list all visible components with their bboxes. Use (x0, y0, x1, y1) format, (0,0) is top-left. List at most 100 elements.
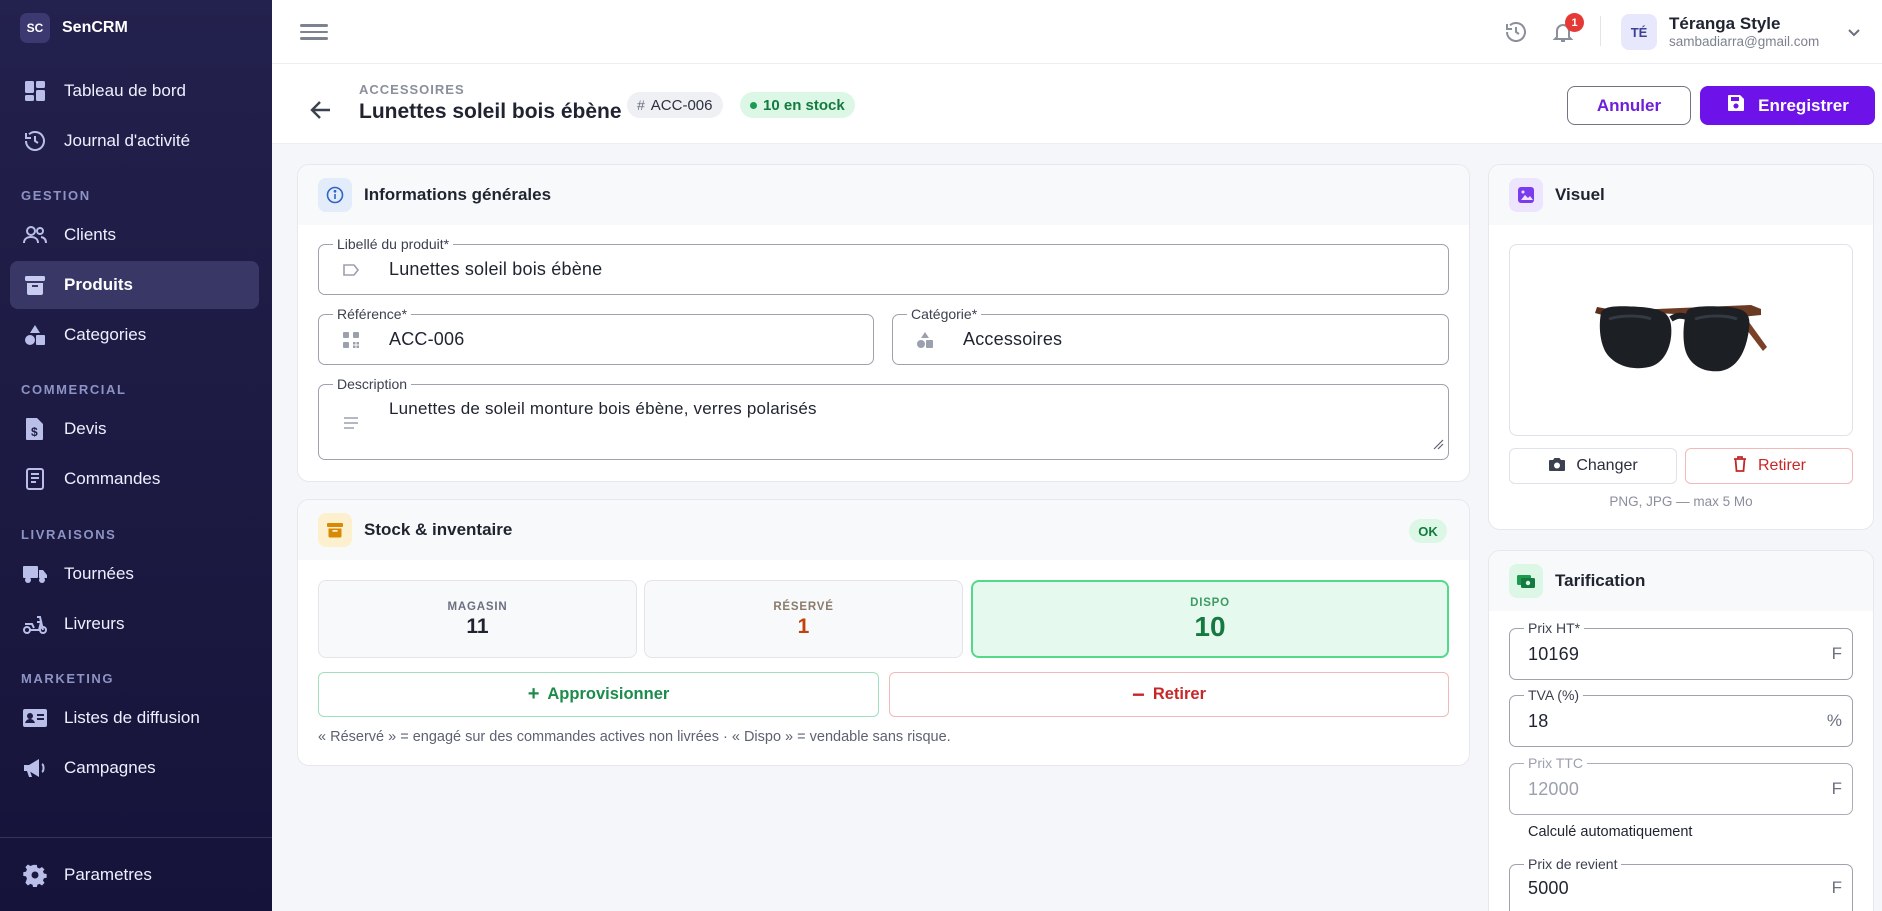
notification-badge: 1 (1565, 13, 1584, 32)
product-name-field[interactable]: Libellé du produit* Lunettes soleil bois… (318, 236, 1449, 295)
top-bar: 1 TÉ Téranga Style sambadiarra@gmail.com (272, 0, 1882, 64)
invoice-icon: $ (22, 416, 48, 442)
description-field[interactable]: Description Lunettes de soleil monture b… (318, 376, 1449, 460)
history-icon[interactable] (1504, 20, 1528, 44)
megaphone-icon (22, 755, 48, 781)
sidebar-item-label: Journal d'activité (64, 131, 191, 150)
sidebar-item-settings[interactable]: Parametres (10, 851, 259, 899)
currency-unit: F (1831, 878, 1842, 897)
save-button[interactable]: Enregistrer (1700, 86, 1875, 125)
page-header: ACCESSOIRES Lunettes soleil bois ébène #… (272, 64, 1882, 144)
chevron-down-icon[interactable] (1844, 22, 1864, 42)
vat-field[interactable]: TVA (%) 18 % (1509, 687, 1853, 747)
minus-icon: − (1131, 681, 1145, 707)
sidebar-item-activity[interactable]: Journal d'activité (10, 117, 259, 165)
reference-field[interactable]: Référence* ACC-006 (318, 306, 874, 365)
card-header: Visuel (1489, 165, 1873, 225)
supply-button-label: Approvisionner (547, 685, 670, 703)
user-name[interactable]: Téranga Style (1669, 14, 1781, 34)
sidebar-item-routes[interactable]: Tournées (10, 550, 259, 598)
remove-image-button[interactable]: Retirer (1685, 448, 1853, 484)
price-ttc-value: 12000 (1528, 779, 1580, 799)
sidebar-item-couriers[interactable]: Livreurs (10, 600, 259, 648)
category-field[interactable]: Catégorie* Accessoires (892, 306, 1449, 365)
resize-handle-icon[interactable] (1432, 437, 1444, 455)
sidebar-item-label: Livreurs (64, 614, 125, 633)
users-icon (22, 222, 48, 248)
reference-chip-label: ACC-006 (650, 96, 713, 114)
field-label: Libellé du produit* (333, 236, 454, 252)
section-gestion: GESTION (21, 188, 91, 203)
price-ttc-field: Prix TTC 12000 F (1509, 755, 1853, 815)
stock-chip-label: 10 en stock (763, 96, 845, 114)
brand[interactable]: SC SenCRM (0, 0, 272, 56)
price-ht-field[interactable]: Prix HT* 10169 F (1509, 620, 1853, 680)
save-button-label: Enregistrer (1758, 95, 1849, 115)
sidebar-item-dashboard[interactable]: Tableau de bord (10, 67, 259, 115)
dashboard-icon (22, 78, 48, 104)
stock-legend-note: « Réservé » = engagé sur des commandes a… (318, 729, 951, 745)
archive-box-icon (22, 272, 48, 298)
price-ht-input[interactable]: 10169 (1528, 644, 1579, 665)
sidebar-item-label: Devis (64, 419, 107, 438)
camera-icon (1548, 456, 1566, 477)
sidebar-item-campaigns[interactable]: Campagnes (10, 744, 259, 792)
menu-toggle-icon[interactable] (300, 20, 328, 44)
image-format-hint: PNG, JPG — max 5 Mo (1609, 494, 1753, 509)
sidebar-item-categories[interactable]: Categories (10, 311, 259, 359)
product-name-input[interactable]: Lunettes soleil bois ébène (389, 259, 602, 280)
field-label: Description (333, 376, 412, 392)
card-header: Informations générales (298, 165, 1469, 225)
remove-stock-button[interactable]: − Retirer (889, 672, 1449, 717)
stock-status-chip: 10 en stock (740, 92, 855, 118)
card-title: Visuel (1555, 185, 1605, 204)
remove-stock-button-label: Retirer (1152, 685, 1207, 703)
back-arrow-icon[interactable] (308, 97, 334, 123)
currency-unit: F (1831, 779, 1842, 798)
card-title: Tarification (1555, 571, 1646, 590)
stock-reserve-label: RÉSERVÉ (773, 601, 834, 613)
cost-price-field[interactable]: Prix de revient 5000 F (1509, 856, 1853, 911)
card-header: Tarification (1489, 551, 1873, 611)
orders-icon (22, 466, 48, 492)
section-marketing: MARKETING (21, 671, 115, 686)
breadcrumb[interactable]: ACCESSOIRES (359, 82, 465, 97)
percent-unit: % (1826, 711, 1842, 730)
vat-input[interactable]: 18 (1528, 711, 1548, 732)
category-select[interactable]: Accessoires (963, 329, 1062, 350)
description-textarea[interactable]: Lunettes de soleil monture bois ébène, v… (389, 399, 817, 419)
sidebar-item-products[interactable]: Produits (10, 261, 259, 309)
stock-reserve-value: 1 (797, 615, 810, 638)
qr-code-icon (341, 330, 361, 350)
user-email: sambadiarra@gmail.com (1669, 34, 1820, 49)
stock-magasin-label: MAGASIN (447, 601, 508, 613)
svg-text:$: $ (31, 425, 38, 439)
text-lines-icon (341, 413, 361, 433)
supply-button[interactable]: + Approvisionner (318, 672, 879, 717)
reference-chip: # ACC-006 (627, 92, 723, 118)
floppy-disk-icon (1726, 93, 1746, 118)
brand-logo: SC (20, 13, 50, 43)
product-image[interactable] (1509, 244, 1853, 436)
field-label: Référence* (333, 306, 412, 322)
cancel-button[interactable]: Annuler (1567, 86, 1691, 125)
sidebar-item-orders[interactable]: Commandes (10, 455, 259, 503)
change-image-button[interactable]: Changer (1509, 448, 1677, 484)
plus-icon: + (527, 683, 540, 705)
archive-box-icon (318, 513, 352, 547)
trash-icon (1732, 455, 1748, 478)
avatar[interactable]: TÉ (1621, 14, 1657, 50)
history-icon (22, 128, 48, 154)
info-icon (318, 178, 352, 212)
sidebar-item-quotes[interactable]: $ Devis (10, 405, 259, 453)
sidebar-item-clients[interactable]: Clients (10, 211, 259, 259)
hash-icon: # (637, 97, 645, 113)
cost-price-input[interactable]: 5000 (1528, 878, 1569, 899)
reference-input[interactable]: ACC-006 (389, 329, 464, 350)
status-dot-icon (750, 101, 757, 109)
sidebar-item-mailing-lists[interactable]: Listes de diffusion (10, 694, 259, 742)
sidebar-item-label: Clients (64, 225, 116, 244)
remove-image-label: Retirer (1757, 457, 1806, 474)
stock-dispo-label: DISPO (1190, 597, 1230, 609)
gear-icon (22, 862, 48, 888)
